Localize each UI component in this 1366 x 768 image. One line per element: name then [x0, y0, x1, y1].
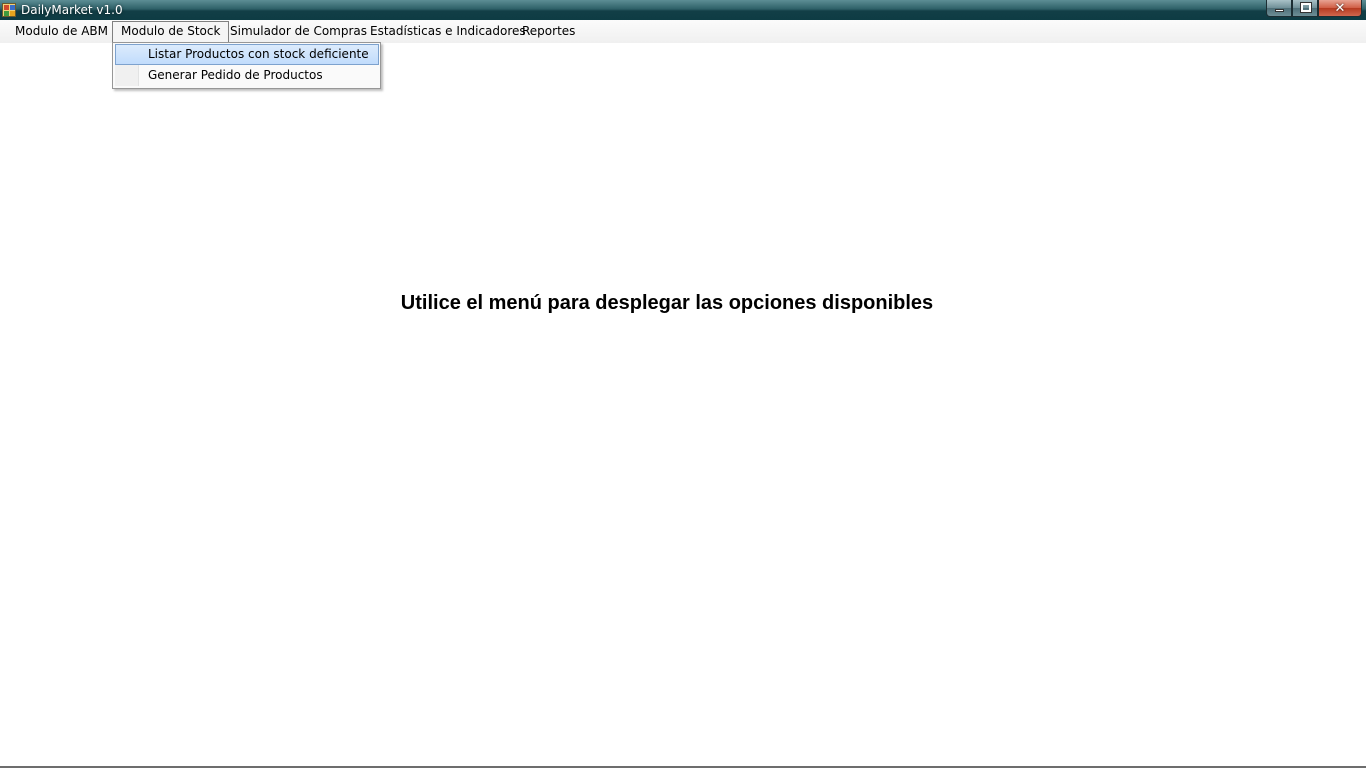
minimize-icon — [1275, 9, 1284, 12]
menu-item-generar-pedido[interactable]: Generar Pedido de Productos — [115, 66, 379, 87]
menu-reportes[interactable]: Reportes — [514, 21, 583, 42]
window-controls: ✕ — [1266, 0, 1362, 17]
restore-icon — [1300, 2, 1312, 13]
title-bar[interactable]: DailyMarket v1.0 ✕ — [0, 0, 1366, 20]
minimize-button[interactable] — [1266, 0, 1292, 17]
close-icon: ✕ — [1334, 1, 1346, 16]
menu-bar: Modulo de ABM Modulo de Stock Simulador … — [0, 20, 1366, 43]
app-icon[interactable] — [2, 3, 16, 17]
restore-button[interactable] — [1292, 0, 1318, 17]
menu-simulador-compras[interactable]: Simulador de Compras — [222, 21, 375, 42]
menu-modulo-stock[interactable]: Modulo de Stock — [112, 21, 230, 42]
close-button[interactable]: ✕ — [1318, 0, 1362, 17]
instruction-message: Utilice el menú para desplegar las opcio… — [400, 292, 934, 314]
window-title: DailyMarket v1.0 — [21, 3, 123, 17]
menu-item-listar-productos[interactable]: Listar Productos con stock deficiente — [115, 44, 379, 65]
menu-estadisticas-indicadores[interactable]: Estadísticas e Indicadores — [362, 21, 534, 42]
stock-dropdown-menu: Listar Productos con stock deficiente Ge… — [112, 42, 381, 89]
menu-modulo-abm[interactable]: Modulo de ABM — [7, 21, 116, 42]
